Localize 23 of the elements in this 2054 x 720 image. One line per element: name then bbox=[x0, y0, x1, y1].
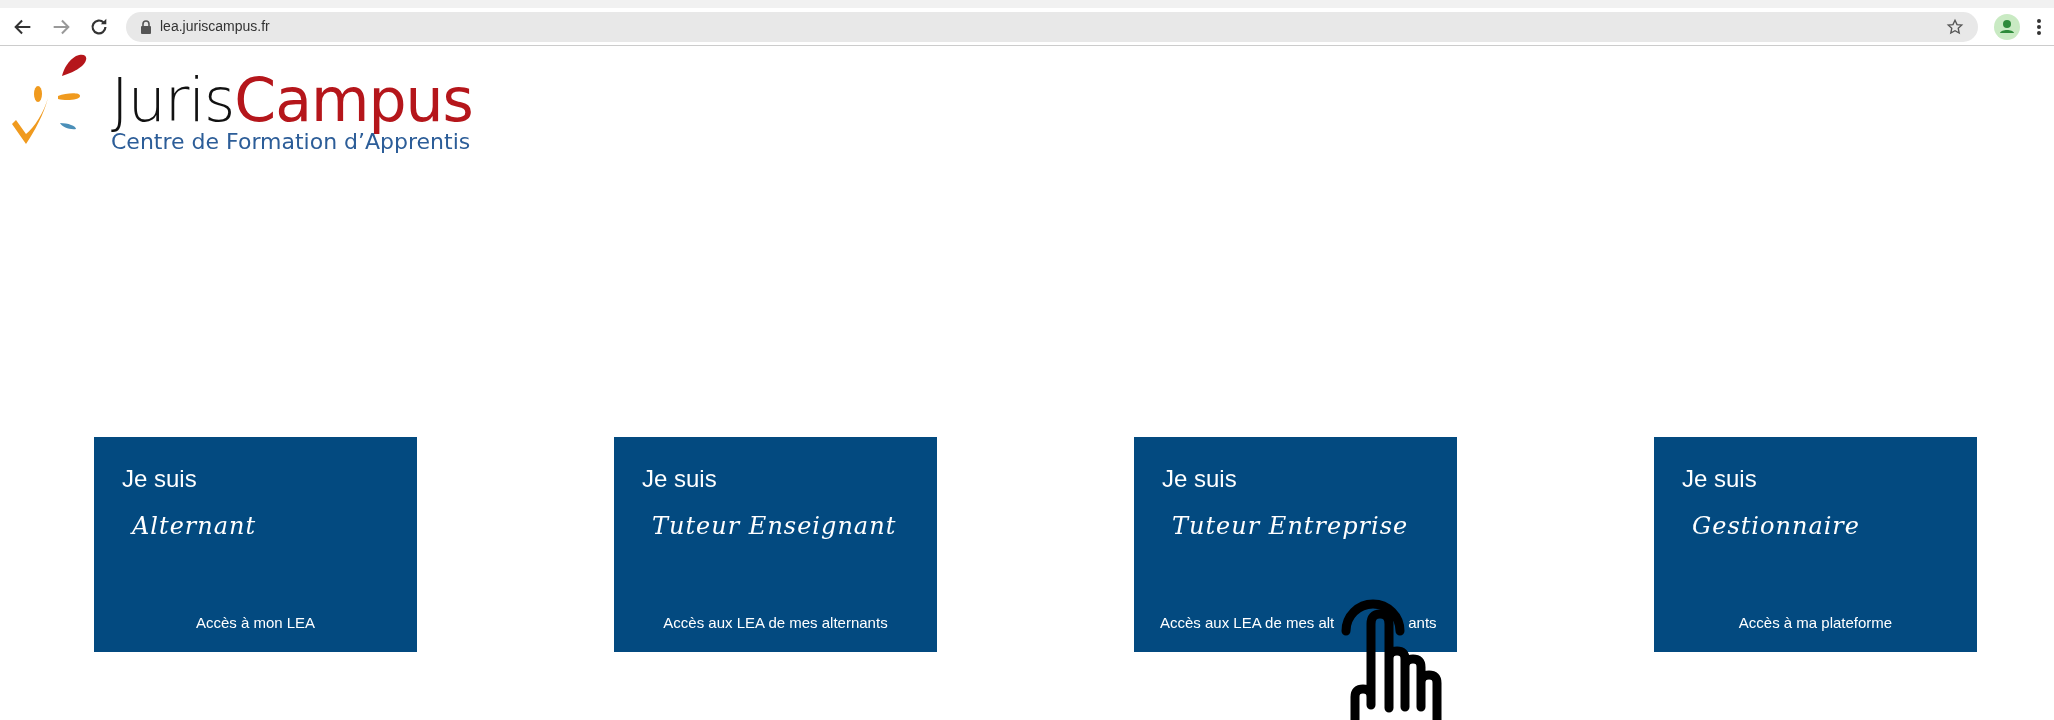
menu-icon[interactable] bbox=[2036, 17, 2042, 36]
card-heading: Je suis bbox=[642, 465, 718, 494]
lock-icon bbox=[140, 19, 152, 34]
card-heading: Je suis bbox=[1162, 465, 1238, 494]
role-card[interactable]: Je suis Tuteur Enseignant Accès aux LEA de mes alternants bbox=[614, 437, 937, 653]
role-title: Tuteur Enseignant bbox=[652, 511, 898, 542]
role-title: Alternant bbox=[132, 511, 258, 542]
access-link[interactable]: ants bbox=[1408, 611, 1437, 635]
star-icon[interactable] bbox=[1946, 17, 1964, 36]
profile-avatar-icon[interactable] bbox=[1994, 13, 2020, 40]
card-heading: Je suis bbox=[122, 465, 198, 494]
role-card[interactable]: Je suis Alternant Accès à mon LEA bbox=[94, 437, 417, 653]
access-link[interactable]: Accès à mon LEA bbox=[195, 611, 316, 635]
address-bar[interactable]: lea.juriscampus.fr bbox=[126, 11, 1978, 42]
role-title: Tuteur Entreprise bbox=[1172, 511, 1410, 542]
role-card[interactable]: Je suis Gestionnaire Accès à ma plateforme bbox=[1654, 437, 1977, 653]
url-text: lea.juriscampus.fr bbox=[160, 17, 271, 36]
access-link[interactable]: Accès aux LEA de mes alt bbox=[1160, 611, 1335, 635]
role-card[interactable]: Je suis Tuteur Entreprise Accès aux LEA de mes alt ants bbox=[1134, 437, 1457, 653]
role-title: Gestionnaire bbox=[1692, 511, 1862, 542]
access-link[interactable]: Accès à ma plateforme bbox=[1738, 611, 1893, 635]
access-link[interactable]: Accès aux LEA de mes alternants bbox=[663, 611, 888, 635]
card-heading: Je suis bbox=[1682, 465, 1758, 494]
